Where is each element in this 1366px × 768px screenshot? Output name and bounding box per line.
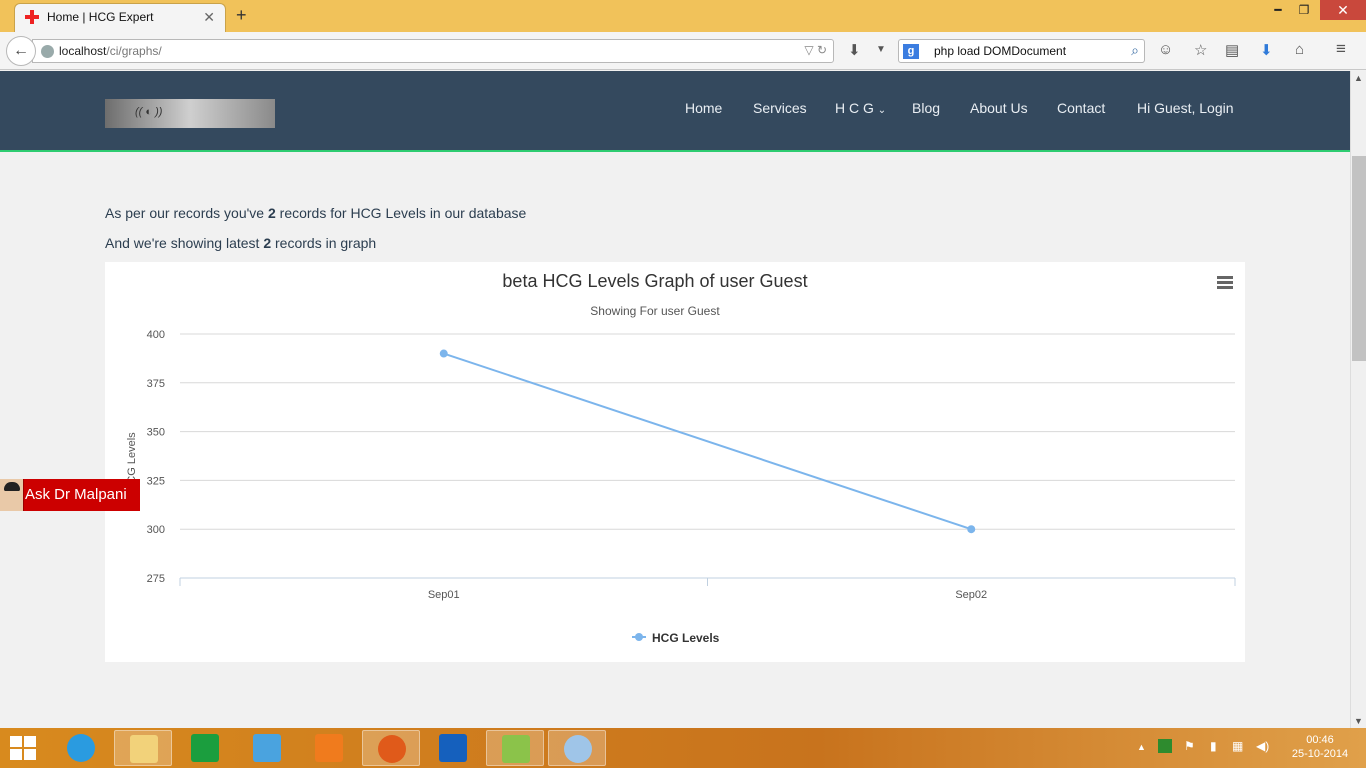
y-tick-label: 350 (147, 427, 165, 439)
tray-expand-icon[interactable]: ▲ (1137, 742, 1146, 752)
url-text[interactable]: localhost/ci/graphs/ (59, 44, 162, 58)
y-tick-label: 400 (147, 329, 165, 341)
menu-login[interactable]: Hi Guest, Login (1137, 100, 1234, 116)
web-page: (( ◐ )) Home Services H C G ⌄ Blog About… (0, 71, 1350, 728)
chart-container: beta HCG Levels Graph of user Guest Show… (105, 262, 1245, 662)
ask-dr-label: Ask Dr Malpani (25, 486, 127, 503)
address-bar[interactable]: localhost/ci/graphs/ ▽ ↻ (32, 39, 834, 63)
url-host: localhost (59, 44, 107, 58)
mail-icon[interactable] (424, 730, 482, 766)
file-explorer-icon[interactable] (114, 730, 172, 766)
scroll-up-icon[interactable]: ▲ (1354, 73, 1363, 83)
intro1-pre: As per our records you've (105, 205, 268, 221)
browser-tab[interactable]: Home | HCG Expert ✕ (14, 3, 226, 32)
dropdown-arrow-icon[interactable]: ▼ (876, 44, 886, 55)
intro2-count: 2 (263, 235, 272, 251)
x-tick-label: Sep02 (955, 589, 987, 601)
y-tick-label: 325 (147, 475, 165, 487)
internet-explorer-icon[interactable] (52, 730, 110, 766)
scroll-thumb[interactable] (1352, 156, 1366, 361)
action-center-flag-icon[interactable]: ⚑ (1184, 739, 1195, 753)
legend-label: HCG Levels (652, 631, 720, 645)
logo-graphic: (( ◐ )) (135, 106, 163, 118)
bookmark-star-icon[interactable]: ☆ (1194, 41, 1207, 59)
windows-taskbar: ▲ ⚑ ▮ ▦ ◀) 00:46 25-10-2014 (0, 728, 1366, 768)
notepad-plus-icon[interactable] (486, 730, 544, 766)
url-path: /ci/graphs/ (106, 44, 162, 58)
doctor-avatar (0, 479, 24, 511)
graph-summary: And we're showing latest 2 records in gr… (105, 235, 376, 251)
back-button[interactable]: ← (6, 36, 36, 66)
intro1-post: records for HCG Levels in our database (275, 205, 527, 221)
menu-services[interactable]: Services (753, 100, 807, 116)
y-tick-label: 300 (147, 524, 165, 536)
site-header: (( ◐ )) Home Services H C G ⌄ Blog About… (0, 71, 1350, 152)
chart-title: beta HCG Levels Graph of user Guest (502, 271, 807, 291)
clock-date: 25-10-2014 (1291, 748, 1349, 760)
series-line (443, 352, 972, 531)
records-summary: As per our records you've 2 records for … (105, 205, 526, 221)
menu-blog[interactable]: Blog (912, 100, 940, 116)
x-tick-label: Sep01 (428, 589, 460, 601)
search-icon[interactable]: ⌕ (1131, 42, 1139, 59)
clock-time: 00:46 (1306, 734, 1334, 746)
browser-title-bar: Home | HCG Expert ✕ + ━ ❐ ✕ (0, 0, 1366, 32)
intro2-pre: And we're showing latest (105, 235, 264, 251)
bookmarks-list-icon[interactable]: ▤ (1225, 41, 1239, 59)
intro1-count: 2 (267, 205, 276, 221)
line-chart: beta HCG Levels Graph of user Guest Show… (126, 271, 1236, 645)
downloads-blocked-icon[interactable]: ⬇ (848, 41, 861, 59)
chart-subtitle: Showing For user Guest (590, 304, 720, 318)
chevron-down-icon: ⌄ (877, 105, 887, 116)
photo-app-icon[interactable] (238, 730, 296, 766)
paint-icon[interactable] (548, 730, 606, 766)
menu-hcg[interactable]: H C G ⌄ (835, 100, 886, 116)
firefox-icon[interactable] (362, 730, 420, 766)
search-input[interactable]: php load DOMDocument (934, 44, 1066, 58)
red-cross-icon (25, 10, 39, 24)
y-tick-label: 275 (147, 573, 165, 585)
battery-icon[interactable]: ▮ (1210, 739, 1217, 753)
search-box[interactable]: g php load DOMDocument ⌕ (898, 39, 1145, 63)
legend-marker (635, 633, 643, 641)
menu-hcg-label: H C G (835, 100, 874, 116)
google-icon[interactable]: g (903, 44, 919, 59)
download-icon[interactable]: ⬇ (1260, 41, 1273, 59)
minimize-icon[interactable]: ━ (1264, 0, 1292, 20)
tab-title: Home | HCG Expert (47, 10, 154, 24)
menu-about-us[interactable]: About Us (970, 100, 1028, 116)
menu-contact[interactable]: Contact (1057, 100, 1105, 116)
chart-legend[interactable]: HCG Levels (632, 631, 720, 645)
system-clock[interactable]: 00:46 25-10-2014 (1290, 733, 1350, 761)
scroll-down-icon[interactable]: ▼ (1354, 716, 1363, 726)
windows-start-icon[interactable] (10, 736, 38, 762)
tray-app-icon[interactable] (1158, 739, 1172, 753)
ask-dr-widget[interactable]: Ask Dr Malpani (0, 479, 140, 511)
volume-icon[interactable]: ◀) (1256, 739, 1269, 753)
y-tick-label: 375 (147, 378, 165, 390)
browser-menu-icon[interactable]: ≡ (1336, 39, 1346, 59)
addon-icon[interactable]: ☺ (1158, 41, 1173, 58)
restore-icon[interactable]: ❐ (1290, 0, 1318, 20)
store-icon[interactable] (176, 730, 234, 766)
outlook-icon[interactable] (300, 730, 358, 766)
menu-home[interactable]: Home (685, 100, 722, 116)
reload-icon[interactable]: ▽ ↻ (804, 43, 827, 57)
data-point (439, 349, 448, 358)
data-point (967, 525, 976, 534)
intro2-post: records in graph (271, 235, 377, 251)
network-icon[interactable]: ▦ (1232, 739, 1243, 753)
page-scrollbar[interactable]: ▲ ▼ (1350, 71, 1366, 728)
window-close-icon[interactable]: ✕ (1320, 0, 1366, 20)
globe-icon (41, 45, 54, 58)
home-icon[interactable]: ⌂ (1295, 41, 1304, 58)
tab-close-icon[interactable]: ✕ (203, 9, 215, 26)
new-tab-icon[interactable]: + (236, 5, 247, 26)
site-logo[interactable]: (( ◐ )) (105, 99, 275, 128)
browser-navigation-bar: localhost/ci/graphs/ ▽ ↻ ← ⬇ ▼ g php loa… (0, 32, 1366, 70)
